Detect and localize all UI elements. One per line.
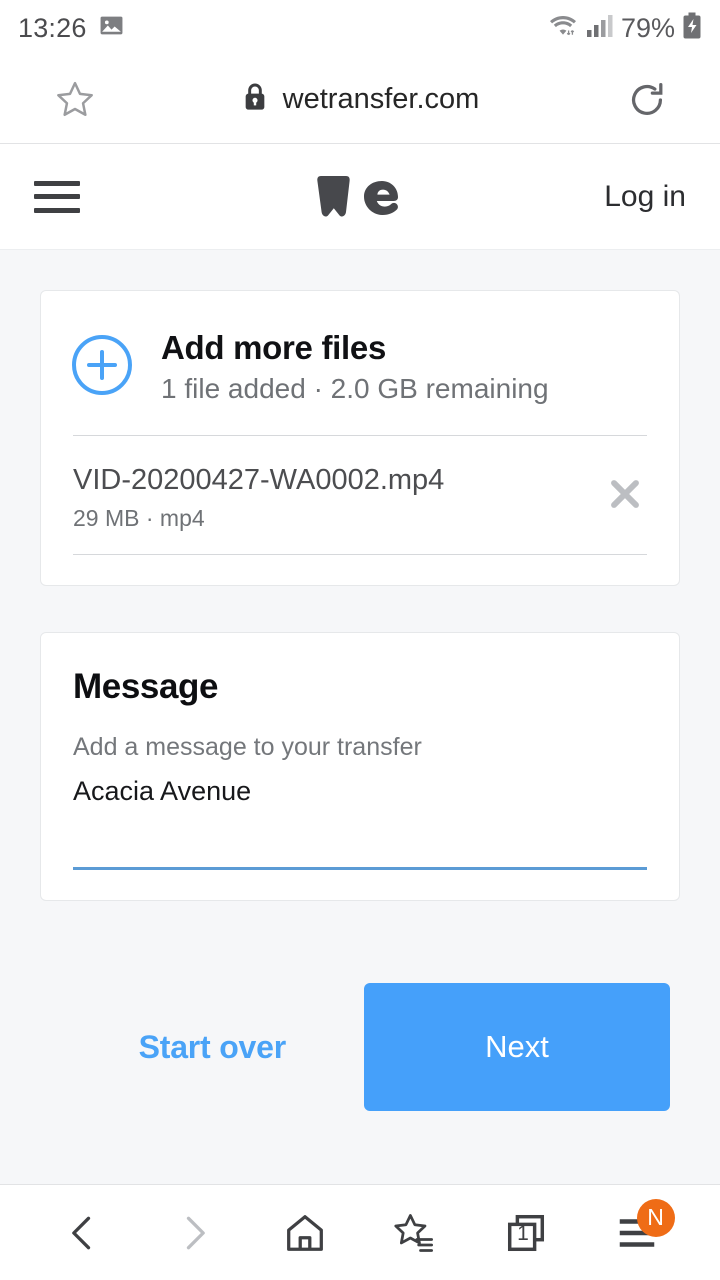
image-icon [99,13,124,43]
browser-bottom-nav: 1 N [0,1184,720,1280]
browser-url-bar[interactable]: wetransfer.com [0,56,720,144]
url-display[interactable]: wetransfer.com [0,81,720,118]
status-bar-right: 79% [549,12,702,45]
status-bar-left: 13:26 [18,13,124,44]
action-bar: Start over Next [40,983,680,1111]
message-input[interactable]: Acacia Avenue [73,776,647,807]
site-header: Log in [0,144,720,250]
status-badge: N [636,1198,675,1237]
url-text: wetransfer.com [282,83,480,115]
plus-circle-icon[interactable] [71,334,133,401]
menu-lines-icon[interactable]: N [597,1197,677,1269]
chevron-left-icon[interactable] [43,1197,123,1269]
message-card[interactable]: Message Add a message to your transfer A… [40,632,680,901]
tabs-count: 1 [517,1221,529,1245]
close-x-icon[interactable] [603,464,647,521]
home-icon[interactable] [265,1197,345,1269]
message-placeholder-label: Add a message to your transfer [73,733,422,761]
add-more-files-text: Add more files 1 file added · 2.0 GB rem… [161,329,549,405]
file-name: VID-20200427-WA0002.mp4 [73,464,445,496]
add-more-files-title: Add more files [161,329,387,366]
page-title: Message [73,667,219,706]
battery-percent: 79% [620,12,675,43]
files-card-spacer [41,555,679,585]
status-bar: 13:26 79% [0,0,720,56]
next-button[interactable]: Next [364,983,670,1111]
message-input-underline [73,867,647,870]
page-content: Add more files 1 file added · 2.0 GB rem… [0,250,720,1184]
cellular-signal-icon [586,13,614,44]
lock-icon [241,81,269,118]
login-link[interactable]: Log in [604,180,686,214]
add-more-files-subtitle: 1 file added · 2.0 GB remaining [161,373,549,404]
battery-charging-icon [682,12,702,45]
files-card: Add more files 1 file added · 2.0 GB rem… [40,290,680,586]
hamburger-menu-icon[interactable] [34,180,80,213]
wifi-icon [549,13,579,44]
start-over-button[interactable]: Start over [139,1029,287,1066]
file-info: VID-20200427-WA0002.mp4 29 MB · mp4 [73,464,444,532]
star-list-icon[interactable] [375,1197,455,1269]
add-more-files-button[interactable]: Add more files 1 file added · 2.0 GB rem… [41,291,679,435]
status-time: 13:26 [18,12,87,43]
tabs-icon[interactable]: 1 [486,1197,566,1269]
phone-screen: 13:26 79% wetransfer.com Log in Add more… [0,0,720,1280]
reload-icon[interactable] [624,77,670,123]
table-row: VID-20200427-WA0002.mp4 29 MB · mp4 [41,436,679,554]
star-outline-icon[interactable] [52,77,98,123]
file-meta: 29 MB · mp4 [73,505,205,531]
chevron-right-icon[interactable] [154,1197,234,1269]
